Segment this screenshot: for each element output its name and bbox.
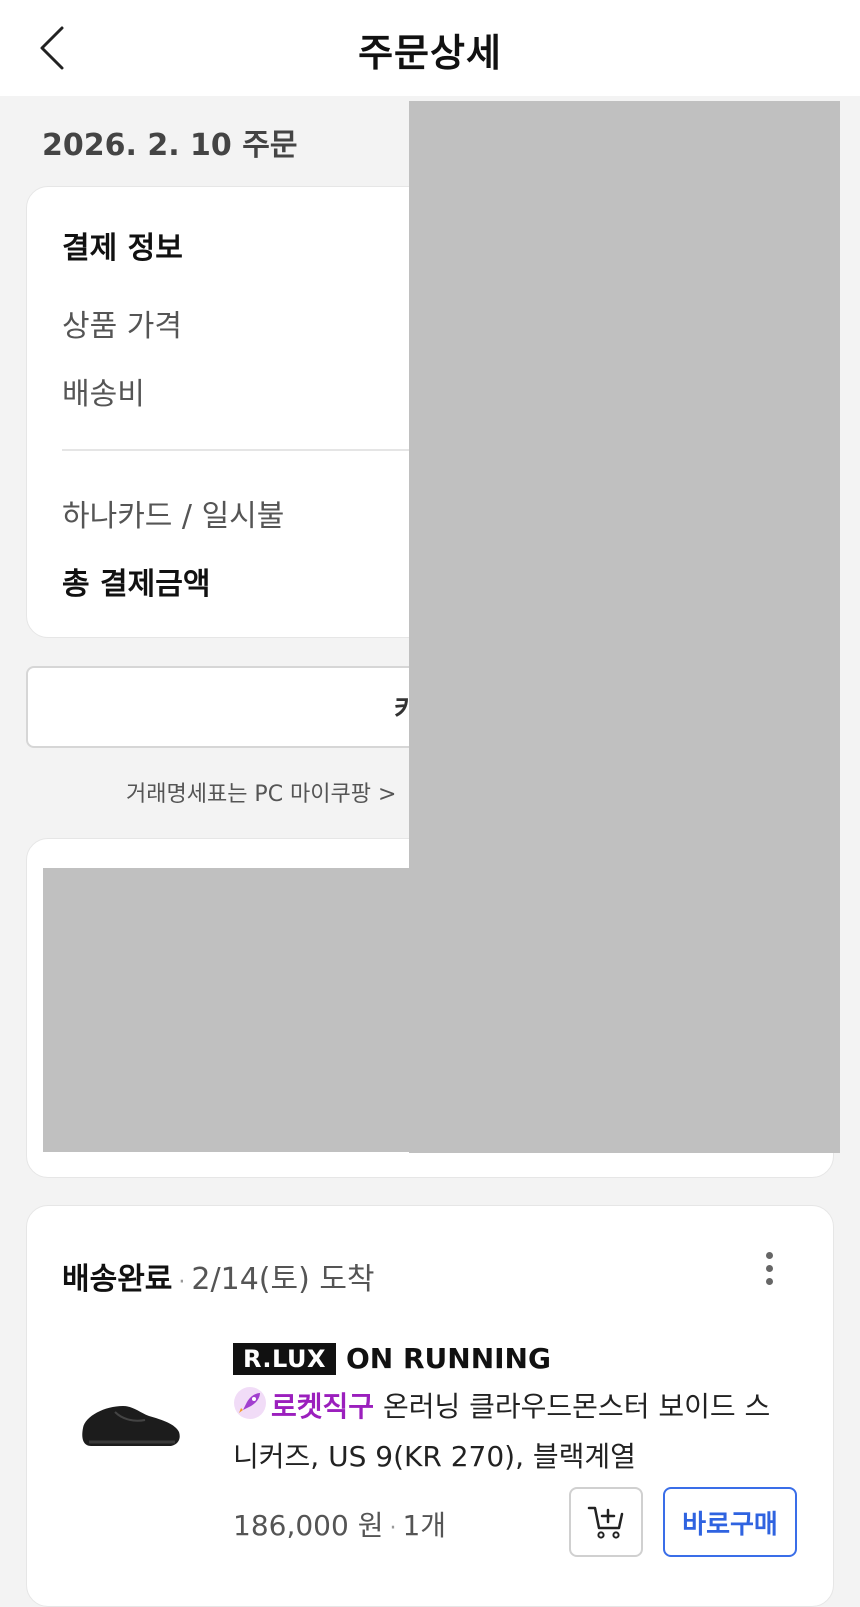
statement-note: 거래명세표는 PC 마이쿠팡 > [126,782,397,807]
buy-now-button[interactable]: 바로구매 [663,1487,797,1557]
product-price: 186,000 원 [233,1509,384,1542]
app-header: 주문상세 [0,0,860,96]
delivery-status-line: 배송완료 · 2/14(토) 도착 [62,1254,375,1298]
product-quantity: 1개 [402,1509,447,1542]
rlux-badge: R.LUX [233,1342,336,1375]
add-to-cart-icon [587,1506,624,1539]
order-date: 2026. 2. 10 주문 [42,128,298,163]
brand-row: R.LUX ON RUNNING [233,1342,551,1375]
shoe-image [82,1406,180,1446]
payment-info-title: 결제 정보 [62,231,183,266]
redacted-area [43,868,840,1152]
brand-name: ON RUNNING [345,1342,551,1375]
kebab-menu-icon[interactable] [759,1252,779,1292]
rocket-direct-label: 로켓직구 [271,1390,375,1423]
delivery-card: 배송완료 · 2/14(토) 도착 R.LUX ON RUNNING 로켓직구 온러… [26,1205,834,1607]
payment-method-label: 하나카드 / 일시불 [62,499,285,534]
rocket-icon [233,1386,267,1434]
add-to-cart-button[interactable] [569,1487,643,1557]
separator-dot: · [389,1516,397,1541]
arrival-date: 2/14(토) 도착 [191,1262,375,1297]
page-title: 주문상세 [358,31,502,75]
product-price-label: 상품 가격 [62,309,182,344]
total-amount-label: 총 결제금액 [62,567,211,602]
shipping-fee-label: 배송비 [62,377,145,412]
separator-dot: · [178,1270,186,1295]
product-title[interactable]: 로켓직구 온러닝 클라우드몬스터 보이드 스니커즈, US 9(KR 270),… [233,1384,793,1480]
delivery-status: 배송완료 [62,1262,173,1297]
price-line: 186,000 원 · 1개 [233,1504,446,1544]
product-image[interactable] [75,1376,185,1466]
